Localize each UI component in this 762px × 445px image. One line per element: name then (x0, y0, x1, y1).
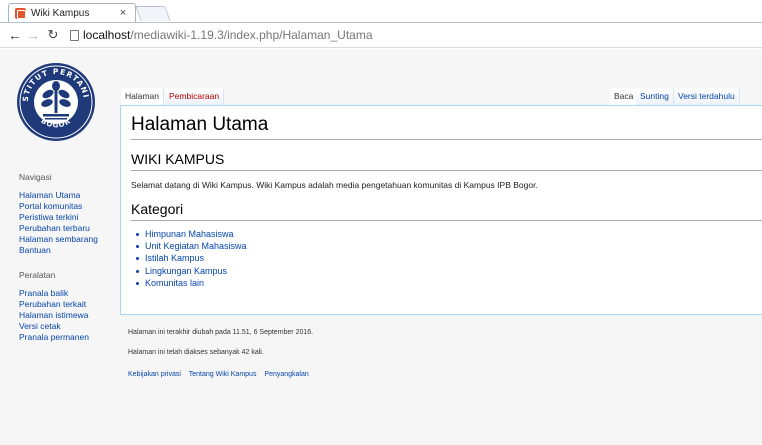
sidebar-item-bantuan[interactable]: Bantuan (19, 245, 51, 255)
url-host: localhost (83, 28, 131, 42)
section-divider (131, 220, 762, 221)
sidebar-item-perubahan-terbaru[interactable]: Perubahan terbaru (19, 223, 90, 233)
sidebar-item-pranala-balik[interactable]: Pranala balik (19, 288, 68, 298)
tab-sunting-label[interactable]: Sunting (640, 91, 669, 101)
page-title: Halaman Utama (131, 114, 269, 135)
footer-link-about[interactable]: Tentang Wiki Kampus (189, 371, 257, 378)
list-item: Lingkungan Kampus (135, 265, 247, 277)
title-divider (131, 139, 762, 140)
address-bar[interactable]: localhost/mediawiki-1.19.3/index.php/Hal… (68, 25, 762, 45)
intro-text: Selamat datang di Wiki Kampus. Wiki Kamp… (131, 180, 538, 190)
category-list: Himpunan Mahasiswa Unit Kegiatan Mahasis… (135, 228, 247, 289)
new-tab-button[interactable] (135, 6, 171, 21)
back-arrow-icon[interactable]: ← (6, 26, 24, 44)
category-link-komunitas[interactable]: Komunitas lain (145, 278, 204, 288)
list-item: Istilah Kampus (135, 252, 247, 264)
footer-links: Kebijakan privasi Tentang Wiki Kampus Pe… (128, 371, 315, 378)
browser-tab[interactable]: Wiki Kampus × (8, 3, 136, 22)
sidebar-item-versi-cetak[interactable]: Versi cetak (19, 321, 61, 331)
reload-icon[interactable]: ↻ (44, 26, 62, 44)
wiki-page: INSTITUT PERTANIAN BOGOR Navigasi Halama… (0, 49, 762, 445)
section-divider (131, 170, 762, 171)
footer-link-disclaimer[interactable]: Penyangkalan (264, 371, 308, 378)
list-item: Komunitas lain (135, 277, 247, 289)
sidebar-item-halaman-utama[interactable]: Halaman Utama (19, 190, 80, 200)
sidebar-item-perubahan-terkait[interactable]: Perubahan terkait (19, 299, 86, 309)
forward-arrow-icon[interactable]: → (24, 26, 42, 44)
category-link-ukm[interactable]: Unit Kegiatan Mahasiswa (145, 241, 247, 251)
tab-versi-terdahulu[interactable]: Versi terdahulu (674, 88, 740, 105)
sidebar-item-halaman-sembarang[interactable]: Halaman sembarang (19, 234, 98, 244)
list-item: Unit Kegiatan Mahasiswa (135, 240, 247, 252)
tools-heading: Peralatan (19, 270, 56, 280)
favicon-icon (15, 7, 26, 19)
footer-view-count: Halaman ini telah diakses sebanyak 42 ka… (128, 349, 264, 356)
footer-link-privacy[interactable]: Kebijakan privasi (128, 371, 181, 378)
category-link-istilah[interactable]: Istilah Kampus (145, 253, 204, 263)
url-path: /mediawiki-1.19.3/index.php/Halaman_Utam… (130, 28, 373, 42)
tab-baca[interactable]: Baca (610, 88, 639, 105)
footer-last-modified: Halaman ini terakhir diubah pada 11.51, … (128, 329, 314, 336)
navigation-heading: Navigasi (19, 172, 52, 182)
page-tabs: Halaman Pembicaraan Baca Sunting Versi t… (121, 88, 762, 105)
sidebar-item-peristiwa-terkini[interactable]: Peristiwa terkini (19, 212, 79, 222)
section-heading-wiki-kampus: WIKI KAMPUS (131, 151, 225, 167)
sidebar-item-pranala-permanen[interactable]: Pranala permanen (19, 332, 89, 342)
sidebar-item-halaman-istimewa[interactable]: Halaman istimewa (19, 310, 88, 320)
page-icon (70, 29, 79, 41)
tab-versi-terdahulu-label[interactable]: Versi terdahulu (678, 91, 735, 101)
tab-pembicaraan[interactable]: Pembicaraan (165, 88, 225, 105)
sidebar: Navigasi Halaman Utama Portal komunitas … (19, 172, 129, 357)
browser-tabstrip: Wiki Kampus × (0, 0, 762, 22)
content-area: Halaman Utama WIKI KAMPUS Selamat datang… (120, 105, 762, 315)
tab-baca-label[interactable]: Baca (614, 91, 633, 101)
navigation-list: Halaman Utama Portal komunitas Peristiwa… (19, 190, 129, 256)
close-tab-icon[interactable]: × (117, 7, 129, 19)
tab-halaman-label[interactable]: Halaman (125, 91, 159, 101)
tools-list: Pranala balik Perubahan terkait Halaman … (19, 288, 129, 343)
site-logo[interactable]: INSTITUT PERTANIAN BOGOR (15, 61, 97, 143)
section-heading-kategori: Kategori (131, 201, 184, 217)
category-link-lingkungan[interactable]: Lingkungan Kampus (145, 266, 227, 276)
tab-halaman[interactable]: Halaman (121, 88, 165, 105)
tab-pembicaraan-label[interactable]: Pembicaraan (169, 91, 219, 101)
browser-toolbar: ← → ↻ localhost/mediawiki-1.19.3/index.p… (0, 22, 762, 48)
sidebar-item-portal-komunitas[interactable]: Portal komunitas (19, 201, 82, 211)
list-item: Himpunan Mahasiswa (135, 228, 247, 240)
tab-title: Wiki Kampus (31, 7, 90, 19)
category-link-himpunan[interactable]: Himpunan Mahasiswa (145, 229, 234, 239)
tab-sunting[interactable]: Sunting (636, 88, 674, 105)
